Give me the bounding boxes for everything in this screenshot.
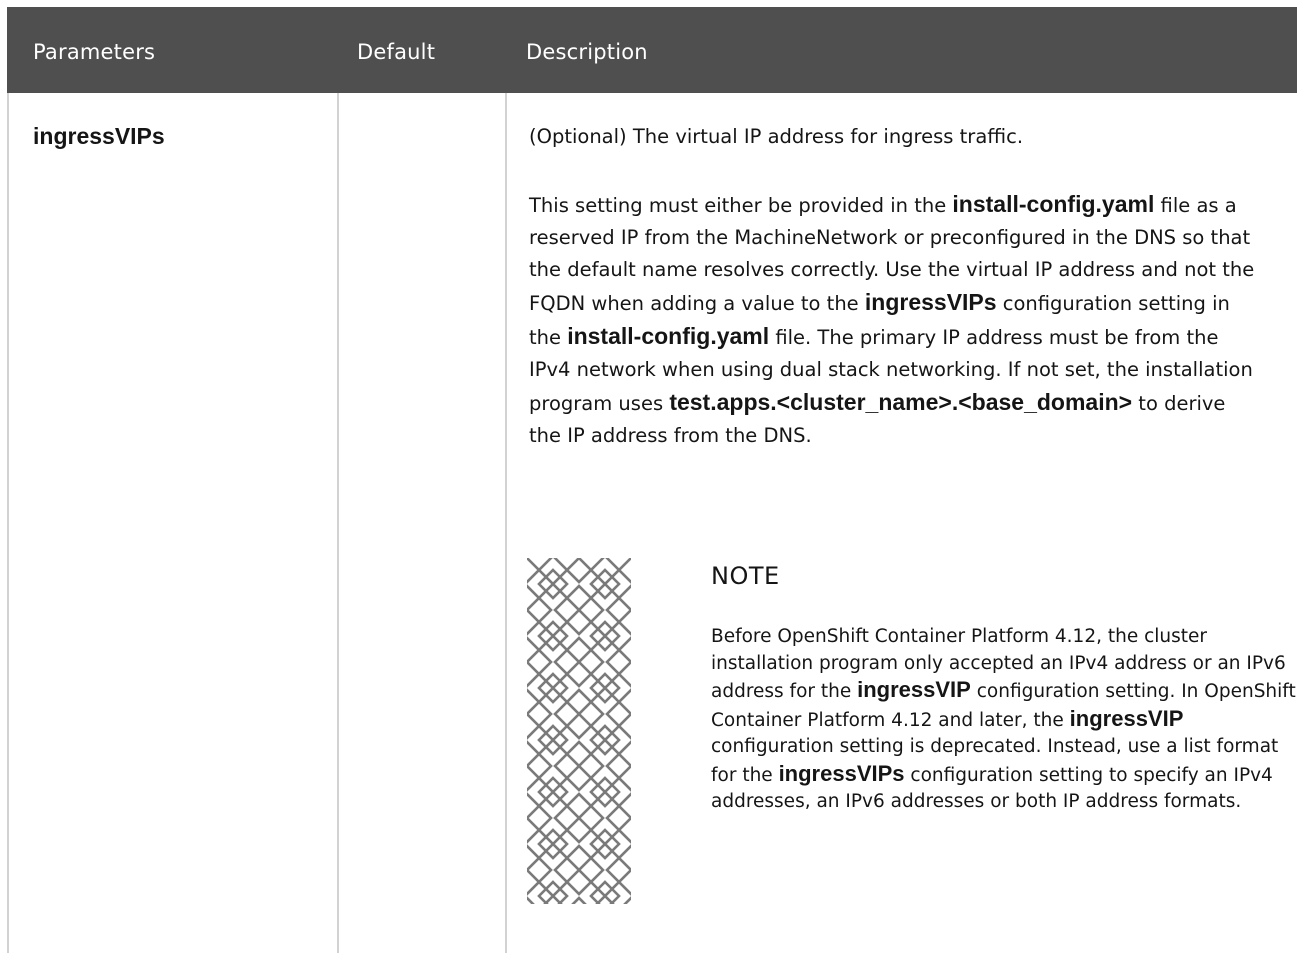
setting-ingressvips: ingressVIPs bbox=[864, 289, 997, 315]
note-title: NOTE bbox=[711, 562, 780, 590]
filename-install-config: install-config.yaml bbox=[567, 323, 770, 349]
setting-ingressvip: ingressVIP bbox=[857, 677, 971, 702]
filename-install-config: install-config.yaml bbox=[952, 191, 1155, 217]
setting-ingressvips: ingressVIPs bbox=[778, 760, 905, 786]
header-parameters: Parameters bbox=[33, 40, 156, 64]
description-intro: (Optional) The virtual IP address for in… bbox=[529, 125, 1024, 148]
description-details: This setting must either be provided in … bbox=[529, 188, 1259, 452]
column-divider bbox=[505, 93, 507, 953]
setting-ingressvip: ingressVIP bbox=[1069, 705, 1184, 731]
header-default: Default bbox=[357, 40, 436, 64]
parameter-name: ingressVIPs bbox=[33, 123, 165, 149]
column-divider bbox=[337, 93, 339, 953]
column-divider bbox=[7, 93, 9, 953]
default-hostname: test.apps.<cluster_name>.<base_domain> bbox=[669, 389, 1133, 415]
table-header: Parameters Default Description bbox=[7, 7, 1297, 93]
note-body: Before OpenShift Container Platform 4.12… bbox=[711, 624, 1297, 816]
text-run: This setting must either be provided in … bbox=[529, 194, 953, 217]
header-description: Description bbox=[526, 40, 648, 64]
note-pattern-icon bbox=[527, 558, 631, 904]
